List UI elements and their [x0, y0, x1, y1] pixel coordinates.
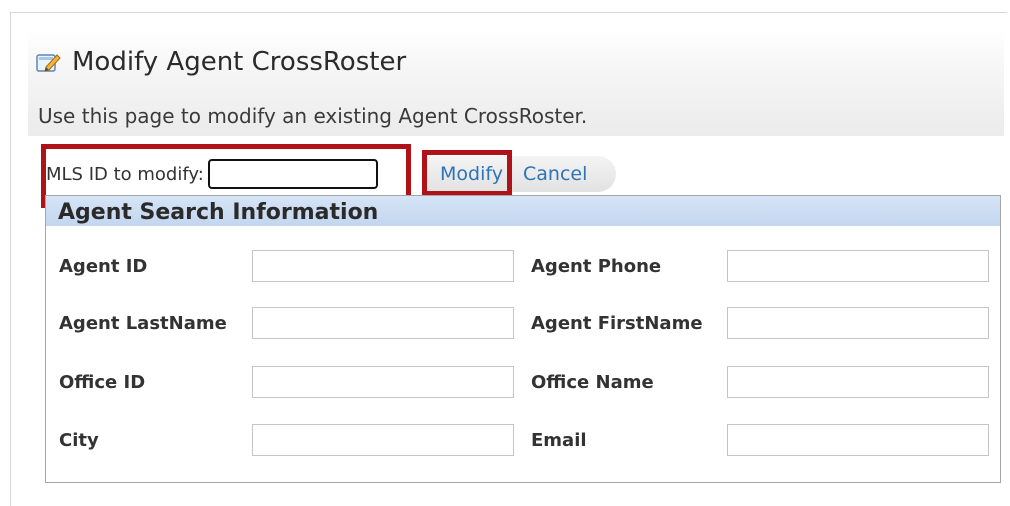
title-row: Modify Agent CrossRoster	[36, 44, 406, 80]
edit-pencil-icon	[36, 51, 62, 73]
agent-phone-input[interactable]	[727, 250, 989, 282]
page-description: Use this page to modify an existing Agen…	[38, 104, 588, 128]
agent-id-input[interactable]	[252, 250, 514, 282]
office-name-label: Office Name	[531, 372, 654, 393]
agent-firstname-label: Agent FirstName	[531, 313, 703, 334]
section-header-title: Agent Search Information	[58, 200, 379, 225]
agent-id-label: Agent ID	[59, 256, 148, 277]
modify-button[interactable]: Modify	[440, 160, 503, 188]
city-input[interactable]	[252, 424, 514, 456]
mls-id-label: MLS ID to modify:	[46, 163, 204, 185]
email-label: Email	[531, 430, 587, 451]
agent-firstname-input[interactable]	[727, 307, 989, 339]
office-id-label: Office ID	[59, 372, 146, 393]
agent-lastname-label: Agent LastName	[59, 313, 227, 334]
cancel-button[interactable]: Cancel	[523, 160, 587, 188]
agent-search-section: Agent Search Information Agent ID Agent …	[45, 195, 1001, 483]
section-header: Agent Search Information	[46, 196, 1000, 226]
agent-lastname-input[interactable]	[252, 307, 514, 339]
mls-id-input[interactable]	[207, 159, 378, 189]
page-title: Modify Agent CrossRoster	[72, 47, 407, 77]
agent-phone-label: Agent Phone	[531, 256, 662, 277]
office-id-input[interactable]	[252, 366, 514, 398]
city-label: City	[59, 430, 99, 451]
email-input[interactable]	[727, 424, 989, 456]
mls-id-row: MLS ID to modify:	[44, 156, 378, 192]
office-name-input[interactable]	[727, 366, 989, 398]
page: Modify Agent CrossRoster Use this page t…	[0, 0, 1010, 506]
